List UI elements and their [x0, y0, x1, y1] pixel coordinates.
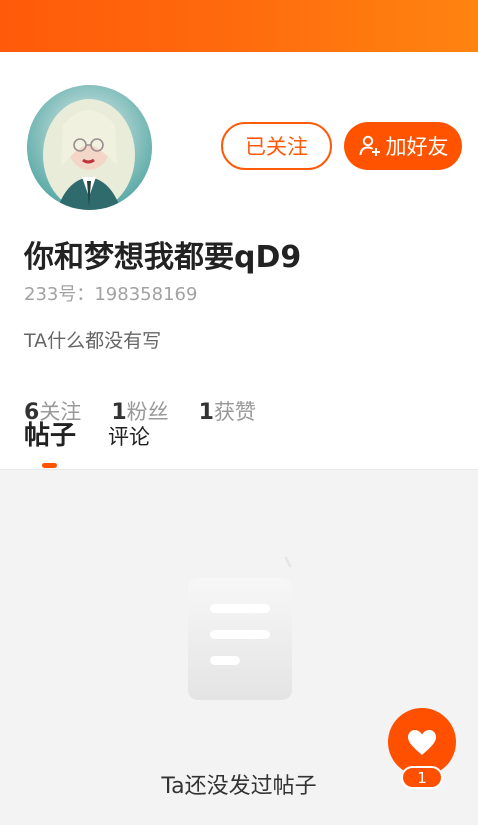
tab-posts[interactable]: 帖子 — [24, 415, 76, 452]
tab-divider — [0, 469, 478, 470]
active-tab-indicator — [42, 463, 57, 468]
user-id-prefix: 233号： — [24, 284, 95, 305]
nickname: 你和梦想我都要qD9 — [24, 240, 302, 275]
user-id-value: 198358169 — [94, 284, 198, 305]
add-friend-button[interactable]: 加好友 — [344, 122, 462, 170]
document-icon — [184, 552, 296, 704]
followed-button[interactable]: 已关注 — [221, 122, 332, 170]
profile-card: 已关注 加好友 你和梦想我都要qD9 233号：198358169 TA什么都没… — [0, 52, 478, 470]
stat-label: 获赞 — [213, 400, 256, 424]
like-count-badge: 1 — [401, 766, 443, 789]
avatar-image — [27, 85, 152, 210]
person-add-icon — [358, 134, 382, 158]
user-id: 233号：198358169 — [24, 280, 197, 306]
stat-likes[interactable]: 1 获赞 — [199, 396, 256, 426]
avatar[interactable] — [24, 82, 155, 213]
header-banner — [0, 0, 478, 52]
add-friend-label: 加好友 — [385, 135, 449, 159]
stat-value: 1 — [198, 400, 214, 425]
followed-label: 已关注 — [245, 135, 308, 159]
tab-comments[interactable]: 评论 — [108, 421, 150, 451]
user-bio: TA什么都没有写 — [24, 330, 162, 352]
heart-icon — [408, 729, 436, 755]
